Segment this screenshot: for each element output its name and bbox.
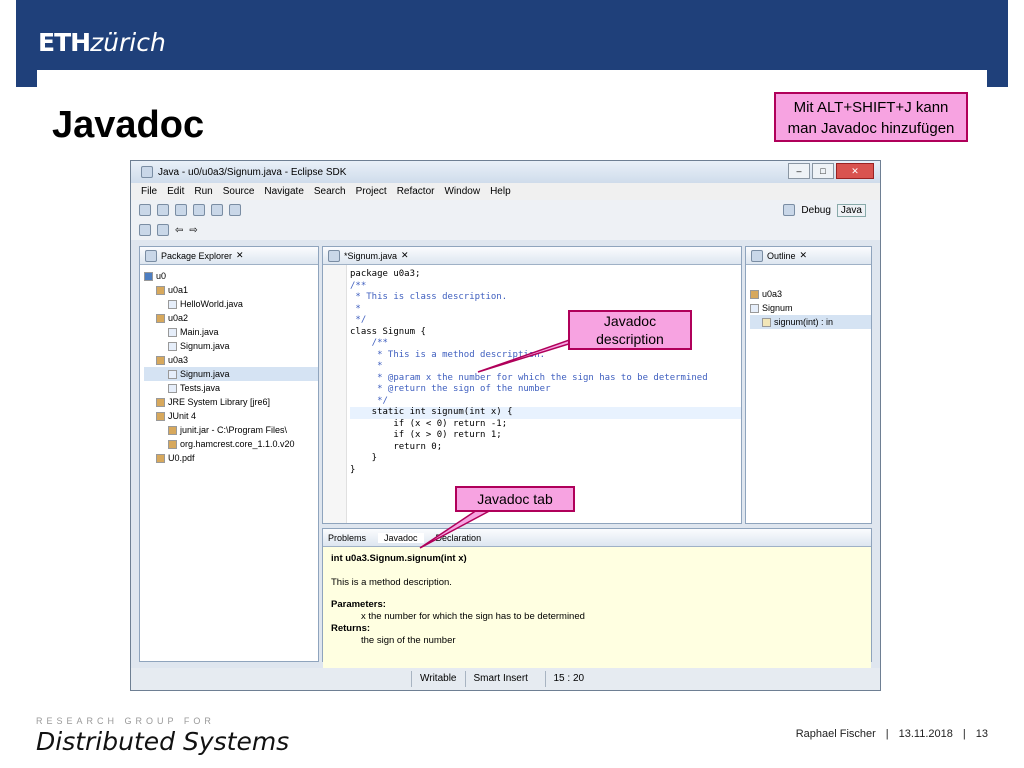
footer-research-group: RESEARCH GROUP FOR [36, 716, 215, 726]
footer-page: 13 [975, 728, 988, 740]
callout-arrows [419, 337, 589, 549]
footer-author: Raphael Fischer [795, 728, 876, 740]
callout-javadoc-tab: Javadoc tab [455, 486, 575, 512]
footer-brand: Distributed Systems [36, 727, 290, 756]
footer-meta: Raphael Fischer | 13.11.2018 | 13 [795, 728, 988, 740]
callout-javadoc-description: Javadoc description [568, 310, 692, 350]
footer-date: 13.11.2018 [898, 728, 953, 740]
